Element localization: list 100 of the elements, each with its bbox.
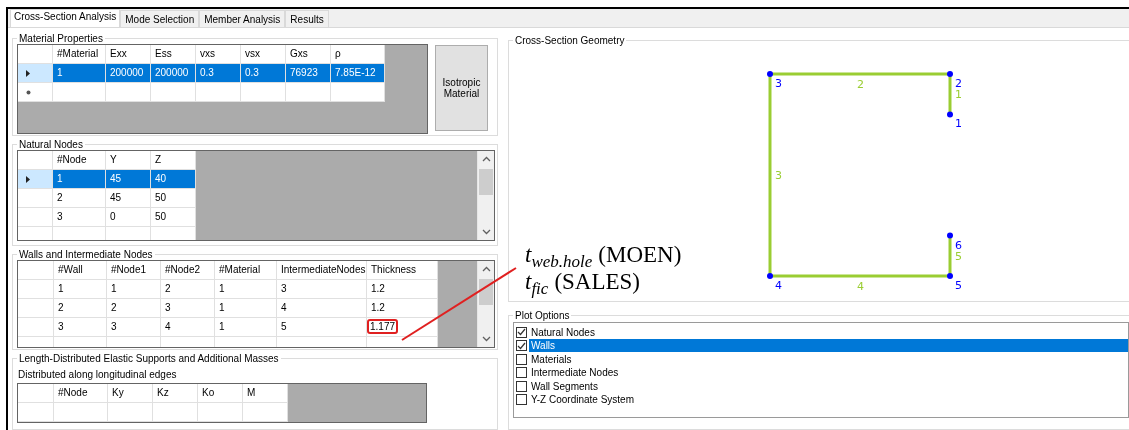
table-cell[interactable]: 2 xyxy=(54,299,107,319)
vertical-scrollbar[interactable] xyxy=(477,261,494,348)
column-header[interactable]: Ko xyxy=(198,384,243,404)
column-header[interactable]: Exx xyxy=(106,45,151,64)
table-cell[interactable]: 2 xyxy=(107,299,161,319)
table-cell[interactable] xyxy=(198,403,243,423)
table-cell[interactable] xyxy=(53,83,106,102)
column-header[interactable]: M xyxy=(243,384,288,404)
checkbox[interactable] xyxy=(516,367,527,379)
column-header[interactable]: #Node2 xyxy=(161,261,215,281)
table-cell[interactable]: 1 xyxy=(215,299,277,319)
column-header[interactable]: #Wall xyxy=(54,261,107,281)
table-cell[interactable]: 1 xyxy=(215,280,277,300)
scroll-up-icon[interactable] xyxy=(481,266,491,273)
checkbox[interactable] xyxy=(516,380,527,392)
table-cell[interactable] xyxy=(241,83,286,102)
table-cell[interactable]: 200000 xyxy=(151,64,196,83)
column-header[interactable]: #Material xyxy=(53,45,106,64)
table-cell[interactable]: 45 xyxy=(106,170,151,190)
tab[interactable]: Member Analysis xyxy=(199,10,286,27)
table-cell[interactable] xyxy=(106,83,151,102)
scrollbar-thumb[interactable] xyxy=(479,169,493,196)
column-header[interactable]: #Node1 xyxy=(107,261,161,281)
table-cell[interactable]: 1 xyxy=(54,280,107,300)
table-cell[interactable]: 3 xyxy=(54,318,107,338)
table-cell[interactable] xyxy=(18,403,54,423)
list-item[interactable]: Materials xyxy=(529,352,1128,366)
column-header[interactable]: Ky xyxy=(108,384,153,404)
table-cell[interactable]: 1 xyxy=(53,64,106,83)
column-header[interactable]: ρ xyxy=(331,45,385,64)
column-header[interactable]: Z xyxy=(151,151,196,171)
table-cell[interactable]: 76923 xyxy=(286,64,331,83)
column-header[interactable]: Kz xyxy=(153,384,198,404)
table-cell[interactable]: 2 xyxy=(161,280,215,300)
table-cell[interactable] xyxy=(106,227,151,241)
row-header[interactable] xyxy=(18,64,53,83)
column-header[interactable]: Gxs xyxy=(286,45,331,64)
table-cell[interactable]: 3 xyxy=(107,318,161,338)
table-cell[interactable] xyxy=(151,83,196,102)
list-item[interactable]: Intermediate Nodes xyxy=(529,366,1128,380)
column-header[interactable]: #Node xyxy=(54,384,108,404)
tab[interactable]: Cross-Section Analysis xyxy=(10,9,121,27)
table-cell[interactable]: 0.3 xyxy=(196,64,241,83)
table-cell[interactable]: 1 xyxy=(53,170,106,190)
checkbox[interactable] xyxy=(516,353,527,365)
table-cell[interactable]: 3 xyxy=(277,280,367,300)
table-cell[interactable]: 50 xyxy=(151,189,196,209)
column-header[interactable]: Y xyxy=(106,151,151,171)
column-header[interactable]: vxs xyxy=(196,45,241,64)
table-cell[interactable] xyxy=(286,83,331,102)
current-row-icon xyxy=(26,69,30,77)
checkbox[interactable] xyxy=(516,326,527,338)
table-cell[interactable] xyxy=(196,83,241,102)
table-cell[interactable]: 0 xyxy=(106,208,151,228)
table-cell[interactable]: 1 xyxy=(107,280,161,300)
table-cell[interactable]: 1.2 xyxy=(367,299,438,319)
table-cell[interactable]: 4 xyxy=(161,318,215,338)
table-cell[interactable]: 1.2 xyxy=(367,280,438,300)
column-header[interactable]: #Node xyxy=(53,151,106,171)
list-item[interactable]: Y-Z Coordinate System xyxy=(529,393,1128,407)
table-cell[interactable]: 1 xyxy=(215,318,277,338)
table-cell[interactable] xyxy=(151,227,196,241)
table-cell[interactable] xyxy=(18,227,53,241)
scroll-up-icon[interactable] xyxy=(481,156,491,163)
tab[interactable]: Results xyxy=(285,10,329,27)
checkbox[interactable] xyxy=(516,340,527,352)
table-cell[interactable]: 40 xyxy=(151,170,196,190)
vertical-scrollbar[interactable] xyxy=(477,151,494,241)
table-cell[interactable] xyxy=(153,403,198,423)
table-cell[interactable]: 0.3 xyxy=(241,64,286,83)
table-cell[interactable] xyxy=(108,403,153,423)
table-cell[interactable] xyxy=(331,83,385,102)
tab[interactable]: Mode Selection xyxy=(120,10,200,27)
column-header[interactable]: vsx xyxy=(241,45,286,64)
scrollbar-thumb[interactable] xyxy=(479,279,493,306)
scroll-down-icon[interactable] xyxy=(481,336,491,343)
table-cell[interactable] xyxy=(243,403,288,423)
table-cell[interactable]: 2 xyxy=(53,189,106,209)
list-item[interactable]: Walls xyxy=(529,339,1128,353)
list-item[interactable]: Wall Segments xyxy=(529,379,1128,393)
scroll-down-icon[interactable] xyxy=(481,229,491,236)
table-cell[interactable]: 200000 xyxy=(106,64,151,83)
table-cell[interactable]: 3 xyxy=(161,299,215,319)
column-header[interactable]: Thickness xyxy=(367,261,438,281)
table-cell[interactable]: 7.85E-12 xyxy=(331,64,385,83)
table-cell[interactable]: 45 xyxy=(106,189,151,209)
table-cell[interactable] xyxy=(53,227,106,241)
table-cell[interactable]: 50 xyxy=(151,208,196,228)
column-header[interactable]: #Material xyxy=(215,261,277,281)
isotropic-material-button[interactable]: Isotropic Material xyxy=(435,45,488,131)
table-cell[interactable]: 1.177 xyxy=(367,318,438,338)
checkbox[interactable] xyxy=(516,394,527,406)
column-header[interactable]: Ess xyxy=(151,45,196,64)
table-cell[interactable]: 3 xyxy=(53,208,106,228)
table-cell[interactable] xyxy=(54,403,108,423)
column-header[interactable]: IntermediateNodes xyxy=(277,261,367,281)
table-cell[interactable]: 4 xyxy=(277,299,367,319)
list-item[interactable]: Natural Nodes xyxy=(529,325,1128,339)
table-cell[interactable]: 5 xyxy=(277,318,367,338)
row-header[interactable] xyxy=(18,170,53,190)
